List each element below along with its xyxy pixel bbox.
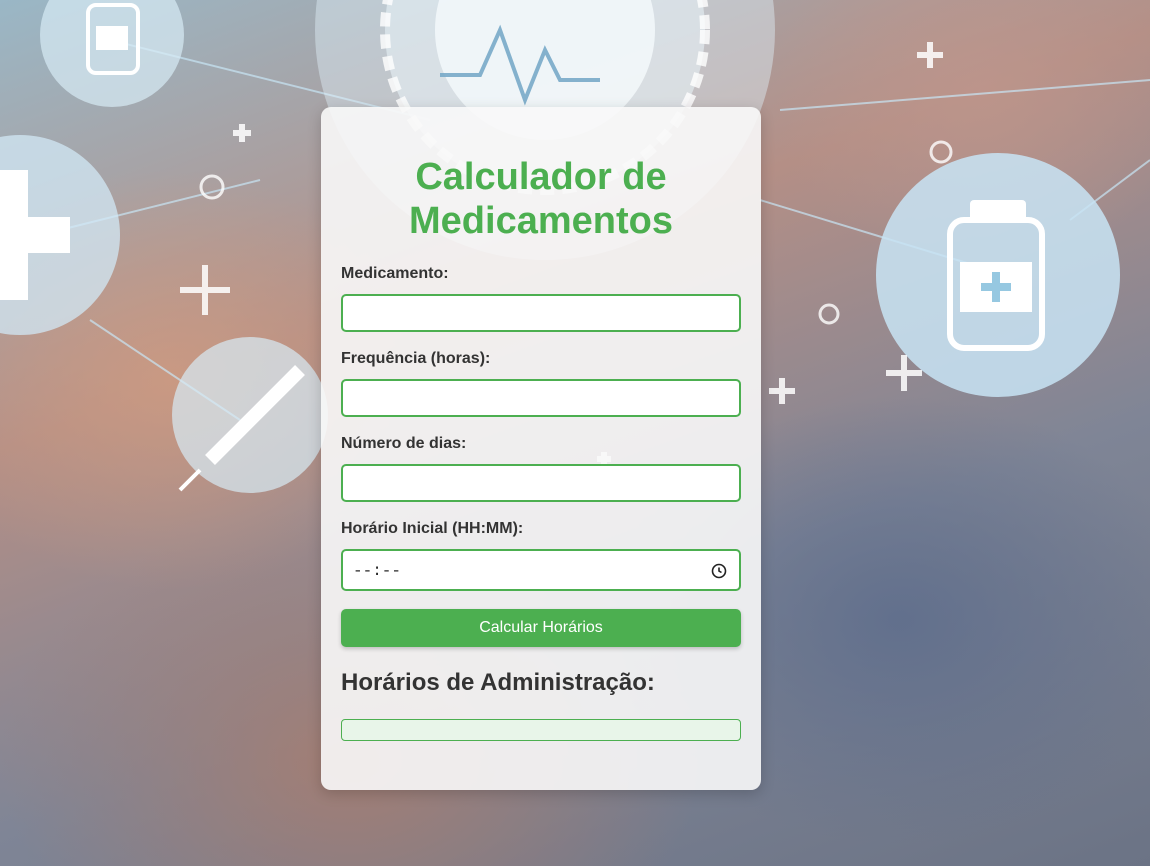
medicamento-label: Medicamento: (341, 265, 449, 282)
results-title: Horários de Administração: (341, 669, 655, 696)
dias-input[interactable] (341, 464, 741, 502)
horario-inicial-input[interactable]: --:-- (341, 549, 741, 591)
syringe-icon (172, 337, 328, 493)
page-title: Calculador de Medicamentos (409, 156, 673, 242)
frequencia-input[interactable] (341, 379, 741, 417)
calcular-horarios-button[interactable]: Calcular Horários (341, 609, 741, 647)
field-horario-inicial: Horário Inicial (HH:MM): --:-- (341, 520, 741, 591)
field-frequencia: Frequência (horas): (341, 350, 741, 417)
frequencia-label: Frequência (horas): (341, 350, 491, 367)
horario-inicial-label: Horário Inicial (HH:MM): (341, 520, 524, 537)
calculator-card: Calculador de Medicamentos Medicamento: … (321, 107, 761, 790)
time-placeholder: --:-- (353, 562, 402, 580)
field-dias: Número de dias: (341, 435, 741, 502)
field-medicamento: Medicamento: (341, 265, 741, 332)
dias-label: Número de dias: (341, 435, 467, 452)
clock-icon[interactable] (711, 563, 727, 579)
medicamento-input[interactable] (341, 294, 741, 332)
results-list (341, 719, 741, 741)
